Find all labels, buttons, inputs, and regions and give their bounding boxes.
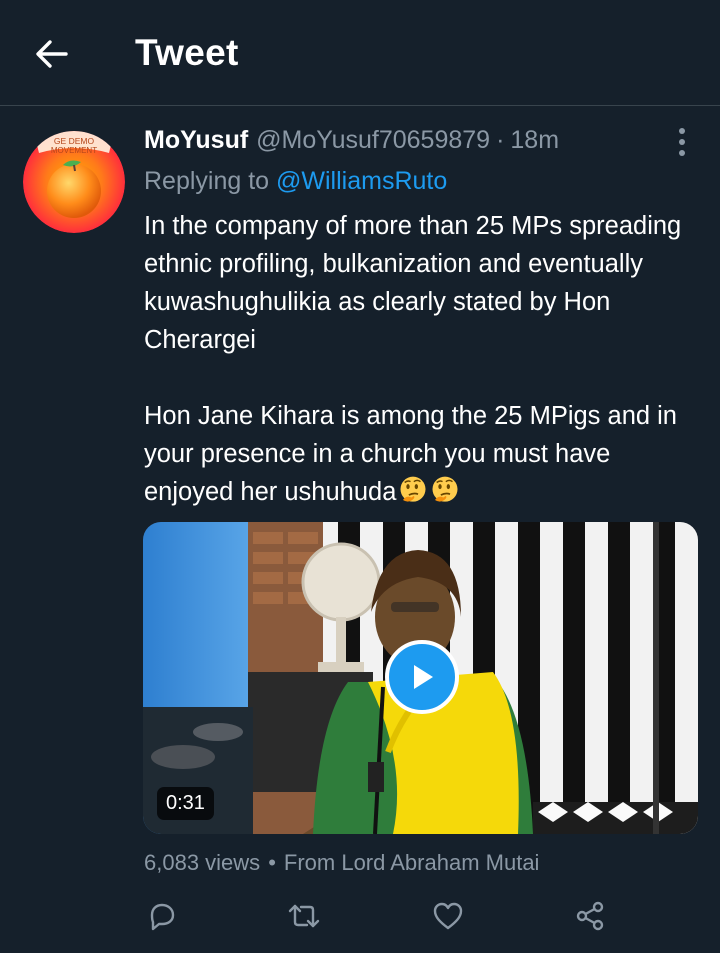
page-title: Tweet [135, 32, 239, 73]
tweet-time[interactable]: 18m [510, 126, 559, 155]
share-button[interactable] [570, 896, 610, 936]
retweet-button[interactable] [284, 896, 324, 936]
tweet-text: In the company of more than 25 MPs sprea… [144, 207, 704, 511]
more-dot [679, 150, 685, 156]
meta-separator: • [268, 850, 276, 875]
separator-dot: · [496, 126, 505, 154]
like-icon [433, 902, 463, 930]
play-icon [414, 665, 433, 689]
more-dot [679, 139, 685, 145]
arrow-left-icon [36, 40, 68, 68]
avatar-text-top: GE DEMO [54, 136, 95, 146]
top-bar: Tweet [0, 0, 720, 106]
user-handle[interactable]: @MoYusuf70659879 [256, 126, 490, 155]
back-button[interactable] [30, 34, 74, 74]
video-duration: 0:31 [157, 787, 214, 820]
retweet-icon [288, 904, 320, 928]
replying-to-link[interactable]: @WilliamsRuto [276, 167, 447, 195]
thinking-face-icon [432, 476, 458, 502]
avatar-text-bottom: MOVEMENT [51, 146, 97, 155]
replying-prefix: Replying to [144, 167, 277, 195]
tweet-paragraph-2: Hon Jane Kihara is among the 25 MPigs an… [144, 397, 704, 511]
share-icon [576, 901, 604, 931]
display-name[interactable]: MoYusuf [144, 126, 248, 155]
tweet-header: MoYusuf @MoYusuf70659879 · 18m [144, 126, 559, 160]
more-options-button[interactable] [668, 126, 696, 158]
more-dot [679, 128, 685, 134]
tweet-actions [0, 896, 720, 936]
avatar[interactable]: GE DEMO MOVEMENT [23, 131, 125, 233]
tweet-paragraph-1: In the company of more than 25 MPs sprea… [144, 212, 682, 354]
reply-button[interactable] [142, 896, 182, 936]
replying-to-line: Replying to @WilliamsRuto [144, 167, 447, 196]
view-count: 6,083 views [144, 850, 261, 875]
video-player[interactable]: 0:31 [143, 522, 698, 834]
video-source[interactable]: From Lord Abraham Mutai [284, 850, 540, 875]
thinking-face-icon [400, 476, 426, 502]
reply-icon [150, 903, 175, 931]
like-button[interactable] [428, 896, 468, 936]
play-button[interactable] [385, 640, 459, 714]
tweet-meta: 6,083 views • From Lord Abraham Mutai [144, 850, 539, 876]
